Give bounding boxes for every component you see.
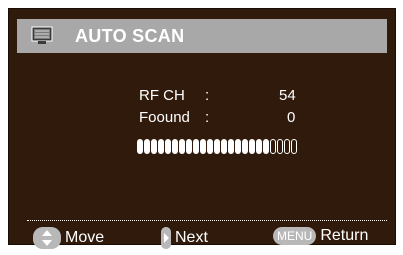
progress-segment-filled (165, 138, 171, 154)
title-bar: AUTO SCAN (17, 19, 387, 53)
progress-segment-empty (284, 138, 290, 154)
progress-segment-filled (200, 138, 206, 154)
progress-segment-filled (228, 138, 234, 154)
progress-segment-filled (144, 138, 150, 154)
found-value: 0 (287, 109, 296, 126)
progress-segment-empty (291, 138, 297, 154)
progress-segment-filled (221, 138, 227, 154)
osd-window: AUTO SCAN RF CH : 54 Foound : 0 Move Nex… (8, 8, 396, 249)
progress-segment-filled (193, 138, 199, 154)
progress-segment-filled (172, 138, 178, 154)
move-label: Move (65, 229, 105, 246)
progress-segment-filled (235, 138, 241, 154)
found-colon: : (205, 109, 210, 126)
rf-channel-colon: : (205, 87, 210, 104)
found-label: Foound (139, 109, 190, 126)
progress-segment-filled (256, 138, 262, 154)
rf-channel-value: 54 (279, 87, 296, 104)
up-down-arrows-icon (33, 227, 61, 249)
progress-segment-empty (270, 138, 276, 154)
rf-channel-label: RF CH (139, 87, 185, 104)
progress-segment-filled (137, 138, 143, 154)
return-hint: MENU Return (273, 227, 368, 245)
progress-segment-filled (242, 138, 248, 154)
next-hint: Next (161, 227, 208, 249)
next-label: Next (175, 229, 208, 246)
progress-segment-filled (158, 138, 164, 154)
tv-menu-icon (31, 26, 53, 44)
scan-progress-bar (137, 137, 298, 155)
right-arrow-icon (161, 227, 171, 249)
progress-segment-empty (277, 138, 283, 154)
page-title: AUTO SCAN (75, 26, 185, 46)
menu-key: MENU (273, 227, 317, 245)
progress-segment-filled (186, 138, 192, 154)
progress-segment-filled (207, 138, 213, 154)
progress-segment-filled (151, 138, 157, 154)
return-label: Return (320, 227, 369, 244)
progress-segment-filled (179, 138, 185, 154)
progress-segment-filled (263, 138, 269, 154)
progress-segment-filled (214, 138, 220, 154)
footer-divider (27, 220, 387, 221)
move-hint: Move (33, 227, 104, 249)
progress-segment-filled (249, 138, 255, 154)
